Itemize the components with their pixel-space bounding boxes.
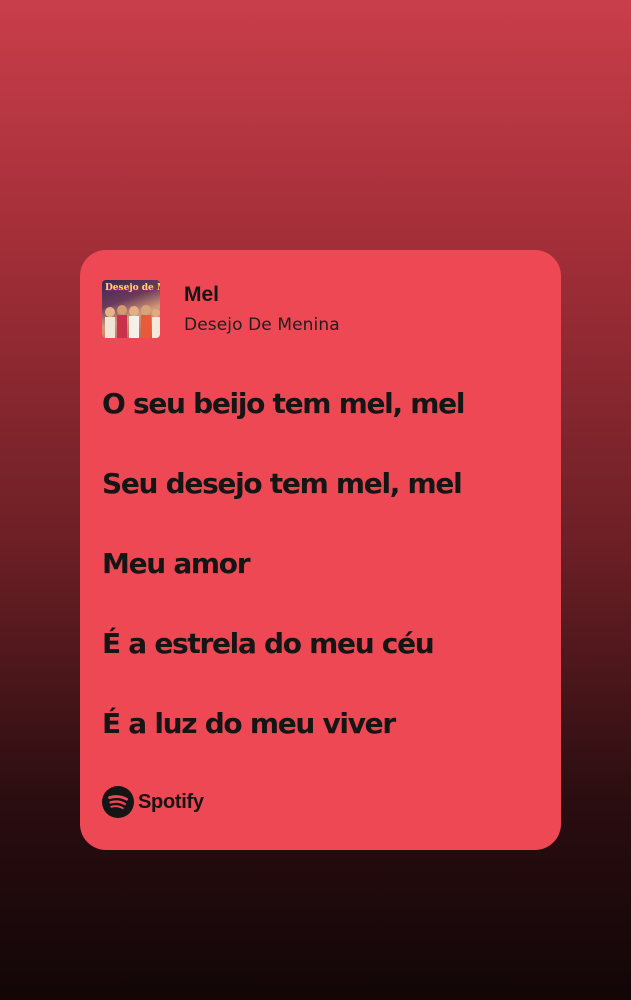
track-meta: Mel Desejo De Menina	[184, 283, 340, 335]
artist-name: Desejo De Menina	[184, 315, 340, 336]
spotify-wordmark: Spotify	[138, 790, 204, 813]
album-cover: Desejo de Menina	[102, 280, 160, 338]
lyric-line: É a luz do meu viver	[102, 707, 396, 740]
lyrics-block: O seu beijo tem mel, mel Seu desejo tem …	[102, 386, 465, 786]
album-cover-logo: Desejo de Menina	[105, 283, 160, 293]
lyric-line: O seu beijo tem mel, mel	[102, 387, 465, 420]
lyrics-share-card[interactable]: Desejo de Menina Mel Desejo De Menina O …	[80, 250, 561, 850]
lyric-line: Meu amor	[102, 547, 251, 580]
album-cover-figures	[105, 305, 160, 338]
spotify-icon	[102, 786, 134, 818]
spotify-branding: Spotify	[102, 786, 204, 818]
lyric-line: Seu desejo tem mel, mel	[102, 467, 463, 500]
track-header: Desejo de Menina Mel Desejo De Menina	[102, 280, 340, 338]
lyric-line: É a estrela do meu céu	[102, 627, 435, 660]
song-title: Mel	[184, 282, 220, 306]
